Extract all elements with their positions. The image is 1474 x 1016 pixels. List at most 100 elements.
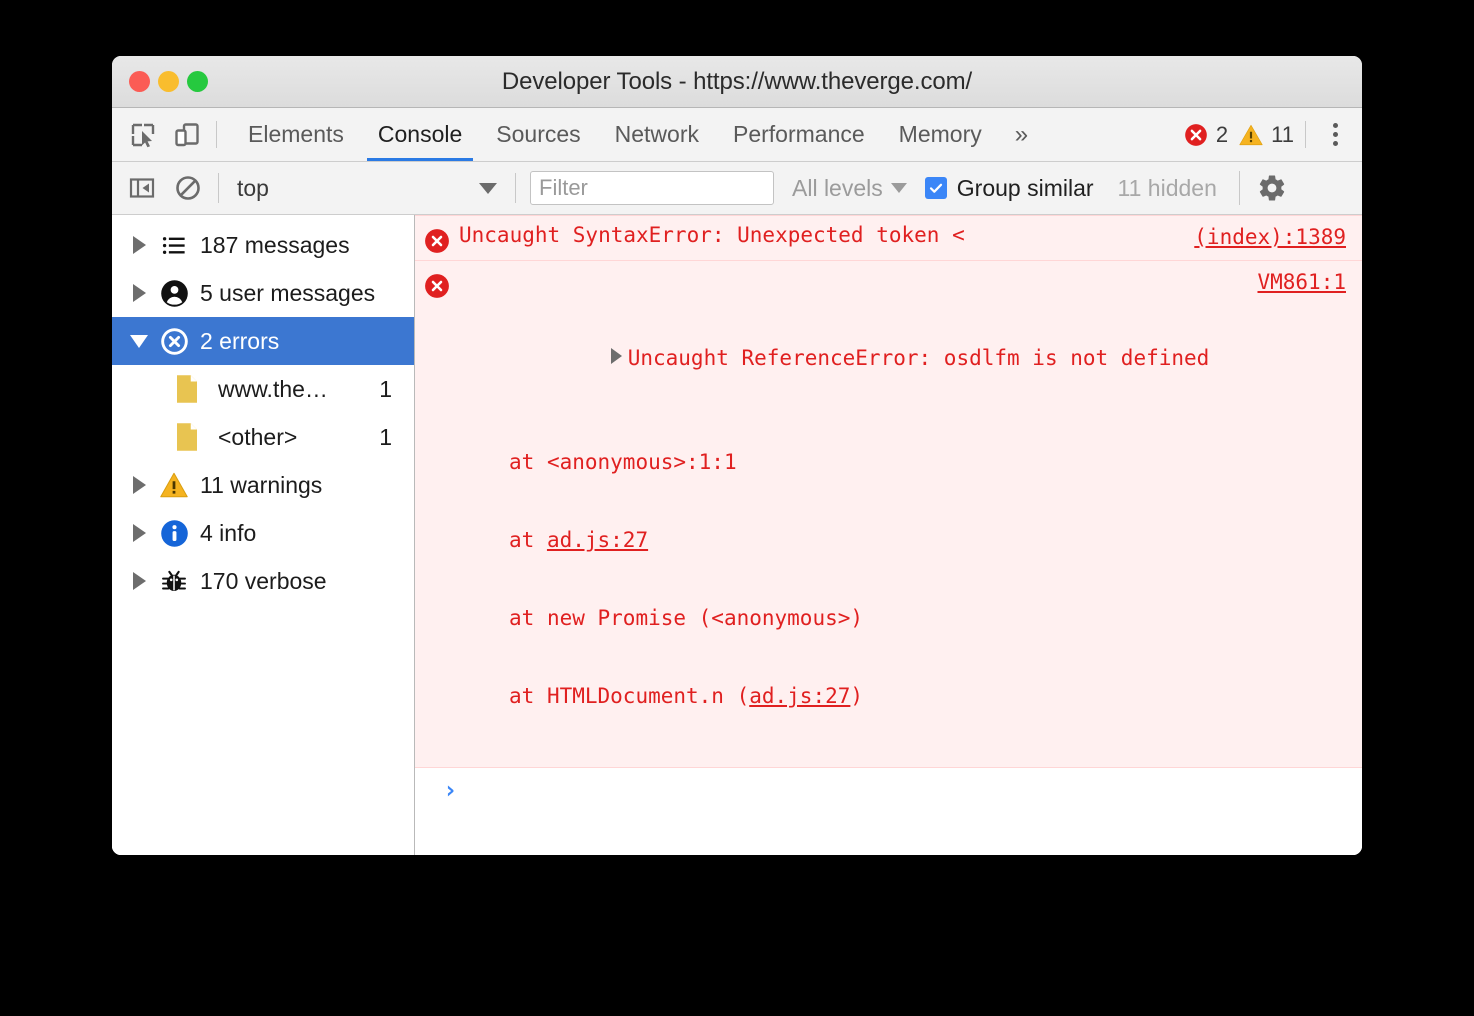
tab-console[interactable]: Console [361,108,479,161]
console-toolbar-divider-3 [1239,171,1240,205]
expand-triangle-icon[interactable] [124,284,154,302]
stack-frame-text: HTMLDocument.n ( [547,684,749,708]
tab-elements[interactable]: Elements [231,108,361,161]
tabbar-divider [216,121,217,148]
console-message-source-link[interactable]: VM861:1 [1257,270,1346,294]
collapse-triangle-icon[interactable] [124,335,154,348]
expand-triangle-icon[interactable] [124,572,154,590]
sidebar-item-user-messages[interactable]: 5 user messages [112,269,414,317]
warning-counter[interactable]: 11 [1233,122,1299,148]
gear-icon[interactable] [1256,172,1288,204]
sidebar-error-source-row[interactable]: <other> 1 [112,413,414,461]
error-icon [154,327,194,356]
stack-frame[interactable]: at HTMLDocument.n (ad.js:27) [459,683,1352,709]
sidebar-item-label: 187 messages [194,232,350,259]
console-message-list: Uncaught SyntaxError: Unexpected token <… [415,215,1362,855]
group-similar-toggle[interactable]: Group similar [925,175,1094,202]
execution-context-selector[interactable]: top [233,175,501,202]
tab-network[interactable]: Network [598,108,716,161]
traffic-light-group [112,71,208,92]
sidebar-error-source-row[interactable]: www.the… 1 [112,365,414,413]
page-icon [174,374,208,404]
prompt-chevron-icon: › [443,778,457,802]
console-message[interactable]: Uncaught ReferenceError: osdlfm is not d… [415,261,1362,768]
info-icon [154,519,194,548]
devtools-tabbar: Elements Console Sources Network Perform… [112,108,1362,162]
group-similar-label: Group similar [957,175,1094,202]
kebab-menu-icon[interactable] [1318,118,1352,152]
log-level-selector[interactable]: All levels [792,175,907,202]
console-toolbar-divider-1 [218,173,219,203]
sidebar-item-verbose[interactable]: 170 verbose [112,557,414,605]
sidebar-item-messages[interactable]: 187 messages [112,221,414,269]
zoom-window-button[interactable] [187,71,208,92]
window-titlebar: Developer Tools - https://www.theverge.c… [112,56,1362,108]
bug-icon [154,567,194,595]
stack-frame-prefix: at [509,684,547,708]
console-sidebar: 187 messages 5 user messages [112,215,415,855]
console-body: 187 messages 5 user messages [112,215,1362,855]
stack-frame-link[interactable]: ad.js:27 [547,528,648,552]
devtools-window: Developer Tools - https://www.theverge.c… [112,56,1362,855]
devtools-tabs: Elements Console Sources Network Perform… [231,108,999,161]
stack-frame-prefix: at [509,528,547,552]
stack-frame[interactable]: at ad.js:27 [459,527,1352,553]
sidebar-item-warnings[interactable]: 11 warnings [112,461,414,509]
console-message[interactable]: Uncaught SyntaxError: Unexpected token <… [415,215,1362,261]
sidebar-item-label: 5 user messages [194,280,375,307]
tab-performance[interactable]: Performance [716,108,882,161]
warning-icon [1238,122,1264,148]
more-tabs-chevron-icon[interactable]: » [999,108,1044,161]
sidebar-error-source-count: 1 [379,424,414,451]
tab-sources[interactable]: Sources [479,108,597,161]
error-icon [415,222,459,254]
execution-context-value: top [237,175,269,202]
stack-frame-text: <anonymous>:1:1 [547,450,737,474]
tabbar-right-divider [1305,121,1306,148]
console-prompt[interactable]: › [415,768,1362,808]
stack-frame-text: new Promise (<anonymous>) [547,606,863,630]
sidebar-item-label: 170 verbose [194,568,327,595]
tabbar-left-icons [112,108,202,161]
chevron-down-icon [891,183,907,193]
sidebar-item-info[interactable]: 4 info [112,509,414,557]
checkmark-icon [928,180,944,196]
expand-triangle-icon[interactable] [124,524,154,542]
tab-memory[interactable]: Memory [882,108,999,161]
error-counter[interactable]: 2 [1178,122,1233,148]
sidebar-error-source-label: www.the… [208,376,328,403]
warning-count-label: 11 [1271,122,1294,148]
expand-triangle-icon[interactable] [611,348,622,364]
minimize-window-button[interactable] [158,71,179,92]
show-console-sidebar-icon[interactable] [126,172,158,204]
sidebar-error-source-count: 1 [379,376,414,403]
sidebar-item-errors[interactable]: 2 errors [112,317,414,365]
stack-frame-link[interactable]: ad.js:27 [749,684,850,708]
close-window-button[interactable] [129,71,150,92]
error-icon [415,267,459,761]
stack-frame-suffix: ) [850,684,863,708]
sidebar-item-label: 11 warnings [194,472,322,499]
clear-console-icon[interactable] [172,172,204,204]
device-toolbar-icon[interactable] [172,120,202,150]
sidebar-error-source-label: <other> [208,424,297,451]
tabbar-right-group: 2 11 [1178,108,1362,161]
error-count-label: 2 [1216,122,1228,148]
stack-frame-prefix: at [509,606,547,630]
hidden-messages-count: 11 hidden [1118,175,1217,202]
error-icon [1183,122,1209,148]
console-toolbar-divider-2 [515,173,516,203]
expand-triangle-icon[interactable] [124,476,154,494]
console-message-source-link[interactable]: (index):1389 [1194,225,1346,249]
stack-frame: at new Promise (<anonymous>) [459,605,1352,631]
expand-triangle-icon[interactable] [124,236,154,254]
console-message-headline: Uncaught ReferenceError: osdlfm is not d… [459,319,1352,397]
inspect-element-icon[interactable] [128,120,158,150]
stack-frame: at <anonymous>:1:1 [459,449,1352,475]
log-level-label: All levels [792,175,883,202]
group-similar-checkbox[interactable] [925,177,947,199]
filter-input[interactable] [530,171,774,205]
sidebar-item-label: 2 errors [194,328,279,355]
console-message-group: Uncaught ReferenceError: osdlfm is not d… [459,267,1362,761]
page-icon [174,422,208,452]
